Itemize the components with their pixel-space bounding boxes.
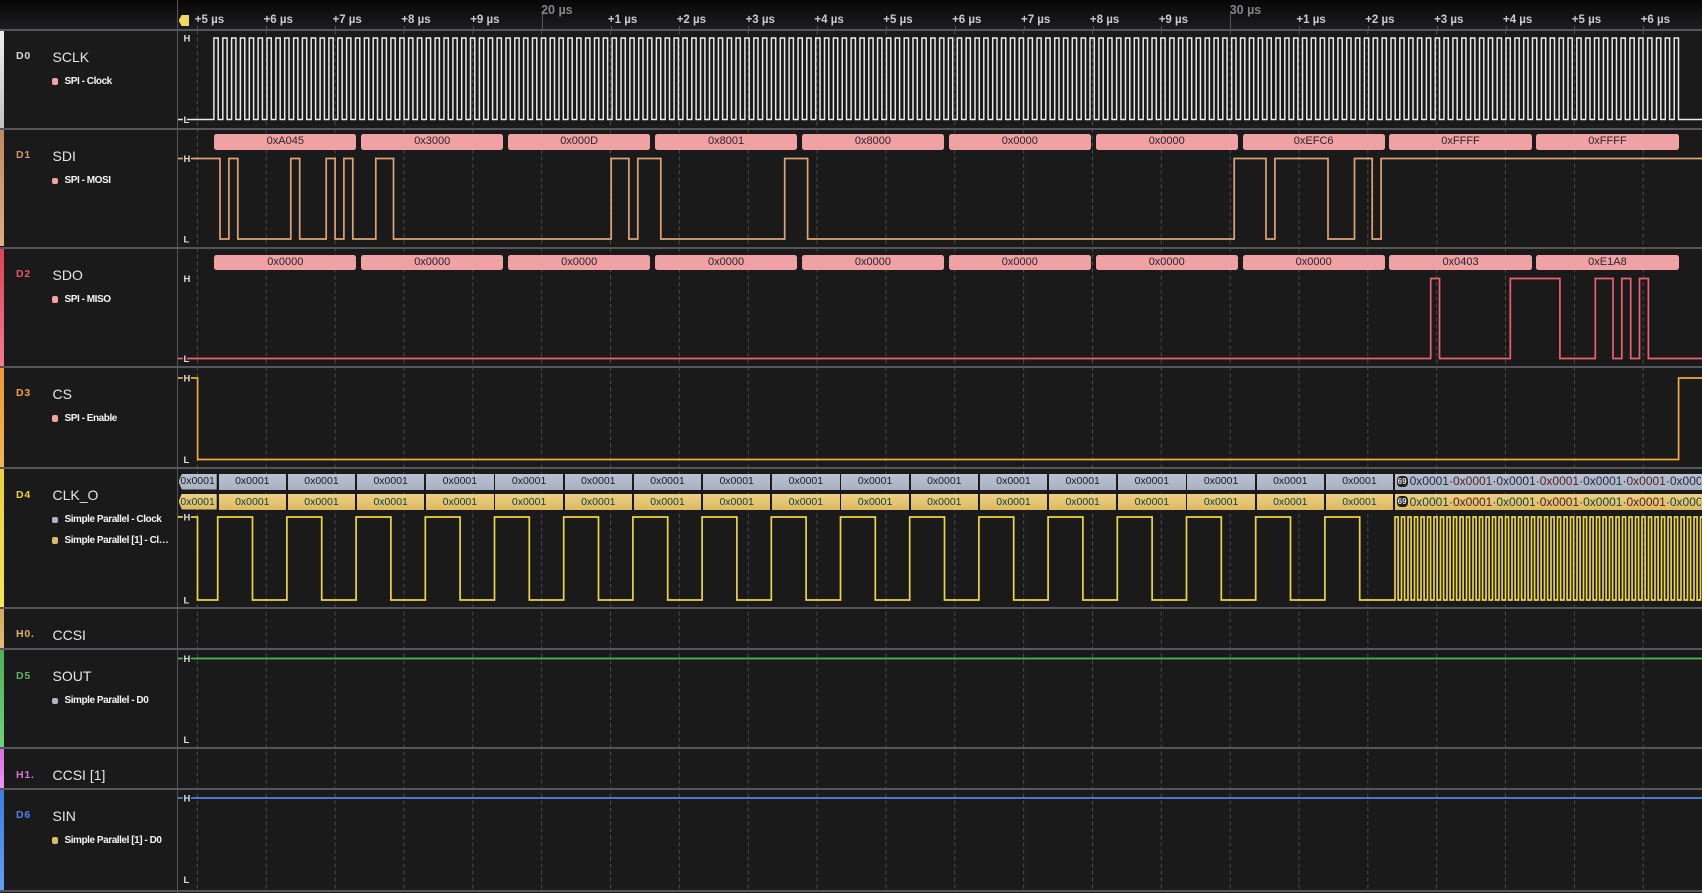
svg-text:L: L (184, 455, 190, 466)
svg-text:H: H (184, 374, 191, 385)
svg-text:L: L (184, 235, 190, 246)
svg-text:H: H (184, 513, 191, 524)
svg-text:L: L (184, 875, 190, 886)
svg-text:H: H (184, 794, 191, 805)
svg-text:L: L (184, 596, 190, 607)
svg-text:L: L (184, 354, 190, 365)
svg-text:H: H (184, 274, 191, 285)
svg-text:H: H (184, 34, 191, 45)
svg-text:H: H (184, 154, 191, 165)
svg-text:L: L (184, 115, 190, 126)
svg-text:L: L (184, 735, 190, 746)
svg-text:H: H (184, 654, 191, 665)
